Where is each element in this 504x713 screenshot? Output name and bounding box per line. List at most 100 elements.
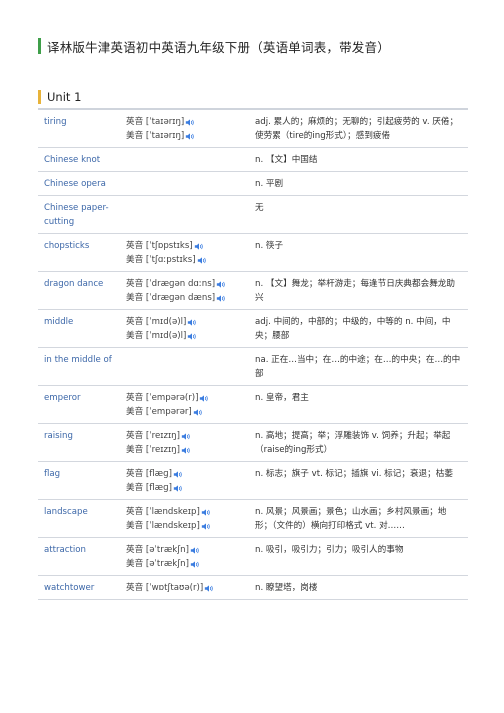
speaker-icon[interactable] bbox=[187, 332, 197, 341]
phonetic-text: 英音 [ˈmɪd(ə)l] bbox=[126, 317, 187, 327]
phonetic-text: 美音 [əˈtrækʃn] bbox=[126, 559, 189, 569]
table-row: Chinese opera n. 平剧 bbox=[38, 171, 468, 196]
pronunciation-cell: 英音 [ˈwɒtʃtaʊə(r)] bbox=[120, 575, 249, 600]
word-cell: emperor bbox=[38, 385, 120, 424]
word-cell: Chinese opera bbox=[38, 171, 120, 196]
us-pronunciation: 美音 [ˈreɪzɪŋ] bbox=[126, 443, 243, 457]
table-row: raising 英音 [ˈreɪzɪŋ] 美音 [ˈreɪzɪŋ] n. 高地；提高；… bbox=[38, 423, 468, 462]
table-row: flag 英音 [flæɡ] 美音 [flæɡ] n. 标志；旗子 vt. 标记；插旗… bbox=[38, 461, 468, 500]
pronunciation-cell: 英音 [ˈlændskeɪp] 美音 [ˈlændskeɪp] bbox=[120, 499, 249, 538]
speaker-icon[interactable] bbox=[190, 546, 200, 555]
meaning-cell: na. 正在…当中；在…的中途；在…的中央；在…的中部 bbox=[249, 347, 468, 386]
phonetic-text: 美音 [ˈempərər] bbox=[126, 407, 192, 417]
table-row: dragon dance 英音 [ˈdræɡən dɑːns] 美音 [ˈdræɡə… bbox=[38, 271, 468, 310]
speaker-icon[interactable] bbox=[185, 132, 195, 141]
word-cell: watchtower bbox=[38, 575, 120, 600]
meaning-cell: n. 皇帝，君主 bbox=[249, 385, 468, 424]
meaning-cell: n. 标志；旗子 vt. 标记；插旗 vi. 标记；衰退；枯萎 bbox=[249, 461, 468, 500]
speaker-icon[interactable] bbox=[201, 522, 211, 531]
table-row: chopsticks 英音 [ˈtʃɒpstɪks] 美音 [ˈtʃɑːpstɪks… bbox=[38, 233, 468, 272]
us-pronunciation: 美音 [ˈtaɪərɪŋ] bbox=[126, 129, 243, 143]
uk-pronunciation: 英音 [ˈtʃɒpstɪks] bbox=[126, 239, 243, 253]
pronunciation-cell: 英音 [əˈtrækʃn] 美音 [əˈtrækʃn] bbox=[120, 537, 249, 576]
word-cell: dragon dance bbox=[38, 271, 120, 310]
table-row: landscape 英音 [ˈlændskeɪp] 美音 [ˈlændskeɪp] n… bbox=[38, 499, 468, 538]
pronunciation-cell bbox=[120, 147, 249, 172]
pronunciation-cell: 英音 [flæɡ] 美音 [flæɡ] bbox=[120, 461, 249, 500]
speaker-icon[interactable] bbox=[204, 584, 214, 593]
phonetic-text: 美音 [ˈreɪzɪŋ] bbox=[126, 445, 180, 455]
word-cell: chopsticks bbox=[38, 233, 120, 272]
speaker-icon[interactable] bbox=[193, 408, 203, 417]
speaker-icon[interactable] bbox=[181, 446, 191, 455]
us-pronunciation: 美音 [əˈtrækʃn] bbox=[126, 557, 243, 571]
speaker-icon[interactable] bbox=[173, 470, 183, 479]
meaning-cell: n. 【文】舞龙；举杆游走；每逢节日庆典都会舞龙助兴 bbox=[249, 271, 468, 310]
table-row: tiring 英音 [ˈtaɪərɪŋ] 美音 [ˈtaɪərɪŋ] adj. 累人的… bbox=[38, 108, 468, 148]
meaning-cell: n. 【文】中国结 bbox=[249, 147, 468, 172]
speaker-icon[interactable] bbox=[201, 508, 211, 517]
meaning-cell: n. 瞭望塔，岗楼 bbox=[249, 575, 468, 600]
speaker-icon[interactable] bbox=[187, 318, 197, 327]
speaker-icon[interactable] bbox=[216, 280, 226, 289]
phonetic-text: 英音 [ˈtaɪərɪŋ] bbox=[126, 117, 185, 127]
word-cell: flag bbox=[38, 461, 120, 500]
uk-pronunciation: 英音 [ˈmɪd(ə)l] bbox=[126, 315, 243, 329]
table-row: Chinese paper-cutting 无 bbox=[38, 195, 468, 234]
meaning-cell: adj. 累人的；麻烦的；无聊的；引起疲劳的 v. 厌倦；使劳累（tire的in… bbox=[249, 108, 468, 148]
uk-pronunciation: 英音 [ˈreɪzɪŋ] bbox=[126, 429, 243, 443]
page-header: 译林版牛津英语初中英语九年级下册（英语单词表，带发音） bbox=[38, 37, 390, 55]
speaker-icon[interactable] bbox=[194, 242, 204, 251]
unit-heading: Unit 1 bbox=[38, 89, 81, 105]
page-title: 译林版牛津英语初中英语九年级下册（英语单词表，带发音） bbox=[47, 39, 390, 55]
table-row: emperor 英音 [ˈempərə(r)] 美音 [ˈempərər] n. 皇帝… bbox=[38, 385, 468, 424]
meaning-cell: n. 高地；提高；举；浮雕装饰 v. 饲养；升起；举起（raise的ing形式） bbox=[249, 423, 468, 462]
uk-pronunciation: 英音 [flæɡ] bbox=[126, 467, 243, 481]
phonetic-text: 英音 [flæɡ] bbox=[126, 469, 172, 479]
word-cell: tiring bbox=[38, 108, 120, 148]
table-row: middle 英音 [ˈmɪd(ə)l] 美音 [ˈmɪd(ə)l] adj. 中间的… bbox=[38, 309, 468, 348]
meaning-cell: adj. 中间的，中部的；中级的，中等的 n. 中间，中央；腰部 bbox=[249, 309, 468, 348]
uk-pronunciation: 英音 [ˈlændskeɪp] bbox=[126, 505, 243, 519]
phonetic-text: 美音 [ˈtaɪərɪŋ] bbox=[126, 131, 185, 141]
table-row: attraction 英音 [əˈtrækʃn] 美音 [əˈtrækʃn] n. 吸… bbox=[38, 537, 468, 576]
us-pronunciation: 美音 [flæɡ] bbox=[126, 481, 243, 495]
speaker-icon[interactable] bbox=[185, 118, 195, 127]
uk-pronunciation: 英音 [ˈtaɪərɪŋ] bbox=[126, 115, 243, 129]
phonetic-text: 英音 [ˈempərə(r)] bbox=[126, 393, 199, 403]
unit-label: Unit 1 bbox=[47, 90, 82, 104]
uk-pronunciation: 英音 [ˈdræɡən dɑːns] bbox=[126, 277, 243, 291]
us-pronunciation: 美音 [ˈmɪd(ə)l] bbox=[126, 329, 243, 343]
pronunciation-cell: 英音 [ˈtʃɒpstɪks] 美音 [ˈtʃɑːpstɪks] bbox=[120, 233, 249, 272]
phonetic-text: 美音 [flæɡ] bbox=[126, 483, 172, 493]
pronunciation-cell bbox=[120, 171, 249, 196]
phonetic-text: 美音 [ˈtʃɑːpstɪks] bbox=[126, 255, 196, 265]
unit-accent-bar bbox=[38, 90, 41, 104]
us-pronunciation: 美音 [ˈtʃɑːpstɪks] bbox=[126, 253, 243, 267]
speaker-icon[interactable] bbox=[199, 394, 209, 403]
meaning-cell: 无 bbox=[249, 195, 468, 234]
speaker-icon[interactable] bbox=[181, 432, 191, 441]
word-cell: attraction bbox=[38, 537, 120, 576]
table-row: watchtower 英音 [ˈwɒtʃtaʊə(r)] n. 瞭望塔，岗楼 bbox=[38, 575, 468, 600]
phonetic-text: 英音 [ˈdræɡən dɑːns] bbox=[126, 279, 216, 289]
us-pronunciation: 美音 [ˈdræɡən dæns] bbox=[126, 291, 243, 305]
speaker-icon[interactable] bbox=[216, 294, 226, 303]
header-accent-bar bbox=[38, 38, 41, 54]
vocabulary-table: tiring 英音 [ˈtaɪərɪŋ] 美音 [ˈtaɪərɪŋ] adj. 累人的… bbox=[38, 108, 468, 600]
phonetic-text: 英音 [ˈlændskeɪp] bbox=[126, 507, 200, 517]
us-pronunciation: 美音 [ˈempərər] bbox=[126, 405, 243, 419]
table-row: Chinese knot n. 【文】中国结 bbox=[38, 147, 468, 172]
pronunciation-cell: 英音 [ˈempərə(r)] 美音 [ˈempərər] bbox=[120, 385, 249, 424]
speaker-icon[interactable] bbox=[173, 484, 183, 493]
pronunciation-cell: 英音 [ˈmɪd(ə)l] 美音 [ˈmɪd(ə)l] bbox=[120, 309, 249, 348]
meaning-cell: n. 吸引，吸引力；引力；吸引人的事物 bbox=[249, 537, 468, 576]
speaker-icon[interactable] bbox=[190, 560, 200, 569]
word-cell: Chinese knot bbox=[38, 147, 120, 172]
phonetic-text: 英音 [ˈtʃɒpstɪks] bbox=[126, 241, 193, 251]
word-cell: landscape bbox=[38, 499, 120, 538]
speaker-icon[interactable] bbox=[197, 256, 207, 265]
pronunciation-cell: 英音 [ˈreɪzɪŋ] 美音 [ˈreɪzɪŋ] bbox=[120, 423, 249, 462]
phonetic-text: 英音 [ˈwɒtʃtaʊə(r)] bbox=[126, 583, 204, 593]
phonetic-text: 英音 [əˈtrækʃn] bbox=[126, 545, 189, 555]
